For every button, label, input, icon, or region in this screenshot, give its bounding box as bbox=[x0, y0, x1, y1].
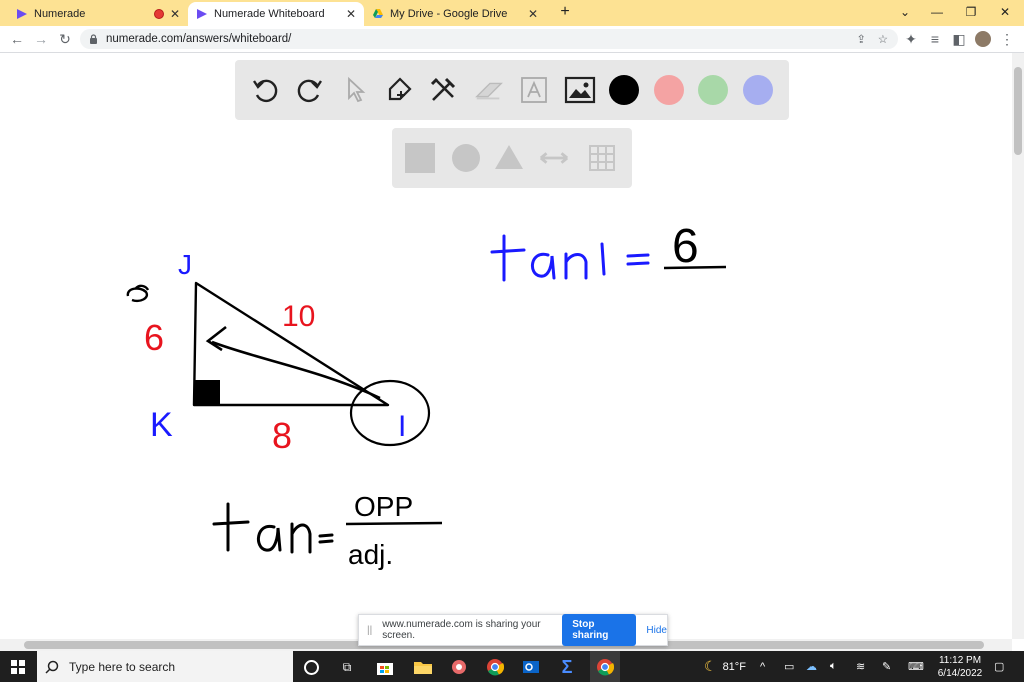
onedrive-icon[interactable]: ☁ bbox=[806, 651, 817, 682]
windows-taskbar: Type here to search ⧉ Σ ☾ 81°F ^ ▭ ☁ 🔈︎ … bbox=[0, 651, 1024, 682]
clock[interactable]: 11:12 PM 6/14/2022 bbox=[934, 651, 986, 682]
task-view-icon[interactable]: ⧉ bbox=[336, 656, 358, 678]
screen-share-bar: || www.numerade.com is sharing your scre… bbox=[358, 614, 668, 646]
notification-icon[interactable]: ▢ bbox=[994, 651, 1004, 682]
sigma-app-icon[interactable]: Σ bbox=[556, 656, 578, 678]
stop-sharing-button[interactable]: Stop sharing bbox=[562, 614, 637, 646]
hide-button[interactable]: Hide bbox=[646, 625, 667, 636]
search-placeholder: Type here to search bbox=[69, 659, 176, 674]
adj-label: adj. bbox=[348, 539, 393, 570]
chrome-icon[interactable] bbox=[484, 656, 506, 678]
drag-handle-icon[interactable]: || bbox=[367, 625, 372, 636]
battery-icon[interactable]: ▭ bbox=[784, 651, 794, 682]
weather-temp: 81°F bbox=[722, 660, 746, 673]
whiteboard-drawing: J K I 10 6 8 6 OPP adj. bbox=[126, 220, 727, 570]
tan-i-numerator: 6 bbox=[672, 220, 699, 273]
volume-icon[interactable]: 🔈︎ bbox=[830, 651, 837, 682]
leg-ki-label: 8 bbox=[272, 415, 292, 456]
windows-start-icon[interactable] bbox=[7, 656, 29, 678]
file-explorer-icon[interactable] bbox=[412, 656, 434, 678]
vertical-scrollbar[interactable] bbox=[1012, 53, 1024, 639]
outlook-icon[interactable] bbox=[520, 656, 542, 678]
snipping-tool-icon[interactable] bbox=[448, 656, 470, 678]
wifi-icon[interactable]: ≋ bbox=[856, 651, 865, 682]
chevron-up-icon[interactable]: ^ bbox=[760, 651, 765, 682]
keyboard-icon[interactable]: ⌨ bbox=[908, 651, 924, 682]
weather-widget[interactable]: ☾ 81°F bbox=[704, 651, 746, 682]
vertex-label-i: I bbox=[398, 410, 406, 443]
hypotenuse-label: 10 bbox=[282, 300, 315, 333]
moon-icon: ☾ bbox=[704, 658, 717, 674]
pen-workspace-icon[interactable]: ✎ bbox=[882, 651, 891, 682]
tan-formula-expression bbox=[212, 502, 334, 554]
leg-kj-label: 6 bbox=[144, 317, 164, 358]
opp-label: OPP bbox=[354, 491, 413, 522]
taskbar-search-box[interactable]: Type here to search bbox=[37, 651, 293, 682]
clock-date: 6/14/2022 bbox=[937, 667, 983, 679]
share-message: www.numerade.com is sharing your screen. bbox=[382, 619, 541, 641]
cortana-icon[interactable] bbox=[300, 656, 322, 678]
clock-time: 11:12 PM bbox=[938, 654, 982, 666]
chrome-active-window-icon[interactable] bbox=[590, 651, 620, 682]
tan-i-expression bbox=[490, 234, 650, 282]
microsoft-store-icon[interactable] bbox=[374, 656, 396, 678]
vertex-label-k: K bbox=[150, 406, 173, 444]
vertex-label-j: J bbox=[178, 249, 192, 280]
search-icon bbox=[45, 660, 59, 674]
